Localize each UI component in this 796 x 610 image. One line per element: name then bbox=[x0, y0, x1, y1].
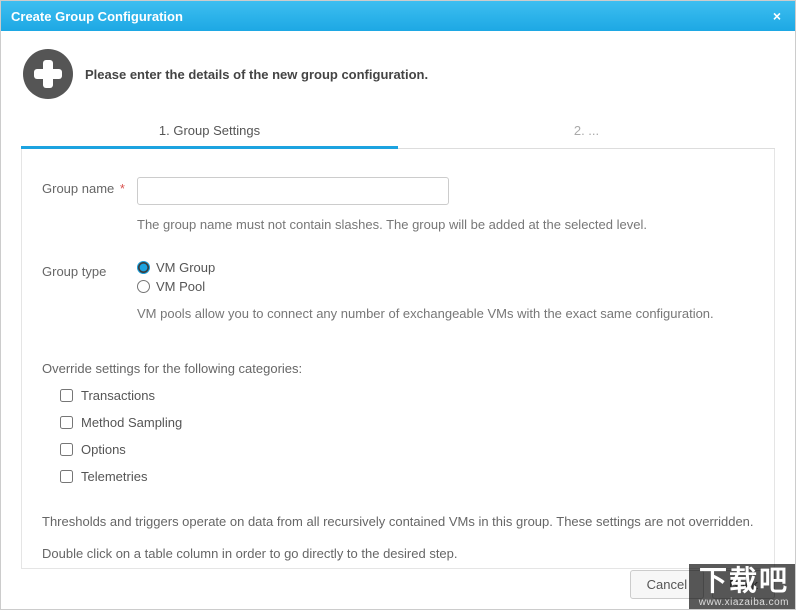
group-name-input[interactable] bbox=[137, 177, 449, 205]
group-type-row: Group type VM Group VM Pool VM pools all… bbox=[42, 260, 754, 341]
header-text: Please enter the details of the new grou… bbox=[85, 67, 428, 82]
dialog-title: Create Group Configuration bbox=[11, 9, 183, 24]
tab-group-settings[interactable]: 1. Group Settings bbox=[21, 115, 398, 148]
note-doubleclick: Double click on a table column in order … bbox=[42, 544, 754, 564]
group-type-helper: VM pools allow you to connect any number… bbox=[137, 306, 754, 321]
override-label: Override settings for the following cate… bbox=[42, 361, 754, 376]
tab-next[interactable]: 2. ... bbox=[398, 115, 775, 148]
radio-vm-group[interactable]: VM Group bbox=[137, 260, 754, 275]
checkbox-transactions[interactable]: Transactions bbox=[60, 388, 754, 403]
checkbox-transactions-input[interactable] bbox=[60, 389, 73, 402]
footer: Cancel Back bbox=[630, 570, 775, 599]
wizard-tabs: 1. Group Settings 2. ... bbox=[21, 115, 775, 149]
group-name-helper: The group name must not contain slashes.… bbox=[137, 217, 754, 232]
checkbox-telemetries[interactable]: Telemetries bbox=[60, 469, 754, 484]
radio-vm-pool[interactable]: VM Pool bbox=[137, 279, 754, 294]
plus-icon bbox=[23, 49, 73, 99]
checkbox-telemetries-input[interactable] bbox=[60, 470, 73, 483]
titlebar: Create Group Configuration × bbox=[1, 1, 795, 31]
header: Please enter the details of the new grou… bbox=[1, 31, 795, 115]
checkbox-method-sampling[interactable]: Method Sampling bbox=[60, 415, 754, 430]
note-thresholds: Thresholds and triggers operate on data … bbox=[42, 512, 754, 532]
required-star: * bbox=[116, 181, 125, 196]
content-panel: Group name * The group name must not con… bbox=[21, 149, 775, 569]
dialog: Create Group Configuration × Please ente… bbox=[0, 0, 796, 610]
checkbox-method-sampling-input[interactable] bbox=[60, 416, 73, 429]
close-icon[interactable]: × bbox=[769, 8, 785, 24]
checkbox-options-input[interactable] bbox=[60, 443, 73, 456]
radio-vm-pool-input[interactable] bbox=[137, 280, 150, 293]
cancel-button[interactable]: Cancel bbox=[630, 570, 704, 599]
group-name-row: Group name * The group name must not con… bbox=[42, 177, 754, 252]
group-name-label: Group name * bbox=[42, 177, 137, 196]
checkbox-options[interactable]: Options bbox=[60, 442, 754, 457]
back-button[interactable]: Back bbox=[712, 570, 775, 599]
group-type-label: Group type bbox=[42, 260, 137, 279]
notes: Thresholds and triggers operate on data … bbox=[42, 512, 754, 563]
radio-vm-group-input[interactable] bbox=[137, 261, 150, 274]
